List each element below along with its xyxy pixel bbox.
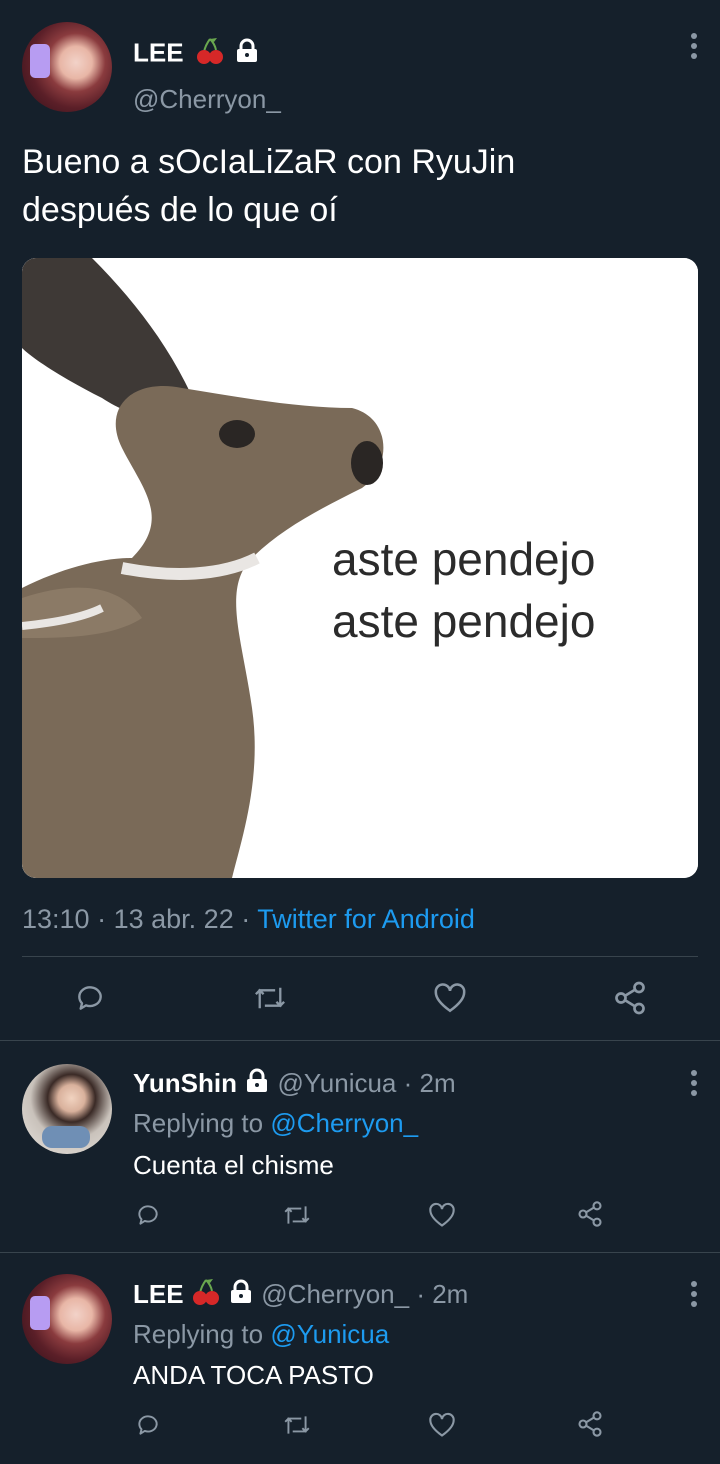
- tweet-text-line: Bueno a sOcIaLiZaR con RyuJin: [22, 143, 516, 181]
- reply-text: ANDA TOCA PASTO: [133, 1360, 374, 1390]
- reply-author-name[interactable]: YunShin: [133, 1068, 237, 1098]
- like-icon[interactable]: [428, 1412, 456, 1438]
- cherry-icon: [195, 36, 225, 73]
- more-icon[interactable]: [689, 33, 699, 61]
- replying-to: Replying to @Cherryon_: [133, 1106, 418, 1140]
- retweet-icon[interactable]: [252, 982, 288, 1014]
- tweet-media-image[interactable]: aste pendejo aste pendejo: [22, 258, 698, 878]
- author-name: LEE: [133, 37, 184, 68]
- more-icon[interactable]: [689, 1070, 699, 1098]
- reply-icon[interactable]: [135, 1202, 161, 1228]
- share-icon[interactable]: [576, 1410, 604, 1438]
- reply-time: · 2m: [403, 1068, 456, 1098]
- lock-icon: [244, 1068, 270, 1102]
- reply-icon[interactable]: [74, 982, 106, 1014]
- reply-author-handle[interactable]: @Yunicua: [277, 1068, 396, 1098]
- cherry-icon: [191, 1277, 221, 1315]
- author-avatar[interactable]: [22, 22, 112, 112]
- meta-separator: ·: [241, 904, 251, 934]
- meme-caption-line: aste pendejo: [332, 533, 596, 585]
- divider: [0, 1252, 720, 1253]
- retweet-icon[interactable]: [282, 1412, 312, 1438]
- reply-header: LEE @Cherryon_ · 2m: [133, 1277, 468, 1315]
- meme-caption-line: aste pendejo: [332, 595, 596, 647]
- reply-text: Cuenta el chisme: [133, 1150, 334, 1180]
- divider: [22, 956, 698, 957]
- reply-header: YunShin @Yunicua · 2m: [133, 1066, 456, 1102]
- reply-avatar[interactable]: [22, 1274, 112, 1364]
- reply-time: · 2m: [416, 1279, 469, 1309]
- like-icon[interactable]: [433, 982, 467, 1014]
- replying-to-handle[interactable]: @Yunicua: [270, 1319, 389, 1349]
- tweet-text-line: después de lo que oí: [22, 191, 338, 229]
- replying-to: Replying to @Yunicua: [133, 1317, 389, 1351]
- tweet-source-link[interactable]: Twitter for Android: [257, 904, 475, 934]
- replying-to-label: Replying to: [133, 1319, 264, 1349]
- replying-to-label: Replying to: [133, 1108, 264, 1138]
- retweet-icon[interactable]: [282, 1202, 312, 1228]
- reply-icon[interactable]: [135, 1412, 161, 1438]
- reply-avatar[interactable]: [22, 1064, 112, 1154]
- author-name-row[interactable]: LEE: [133, 36, 260, 73]
- author-handle[interactable]: @Cherryon_: [133, 84, 281, 115]
- meme-caption: aste pendejo aste pendejo: [332, 528, 595, 652]
- more-icon[interactable]: [689, 1281, 699, 1309]
- tweet-text: Bueno a sOcIaLiZaR con RyuJin después de…: [22, 138, 515, 234]
- like-icon[interactable]: [428, 1202, 456, 1228]
- lock-icon: [228, 1279, 254, 1313]
- reply-author-name[interactable]: LEE: [133, 1279, 184, 1309]
- share-icon[interactable]: [576, 1200, 604, 1228]
- meta-separator: ·: [97, 904, 107, 934]
- tweet-meta: 13:10 · 13 abr. 22 · Twitter for Android: [22, 904, 475, 935]
- tweet-time: 13:10: [22, 904, 90, 934]
- replying-to-handle[interactable]: @Cherryon_: [270, 1108, 418, 1138]
- share-icon[interactable]: [612, 980, 648, 1016]
- divider: [0, 1040, 720, 1041]
- lock-icon: [234, 38, 260, 71]
- tweet-date: 13 abr. 22: [113, 904, 234, 934]
- reply-author-handle[interactable]: @Cherryon_: [261, 1279, 409, 1309]
